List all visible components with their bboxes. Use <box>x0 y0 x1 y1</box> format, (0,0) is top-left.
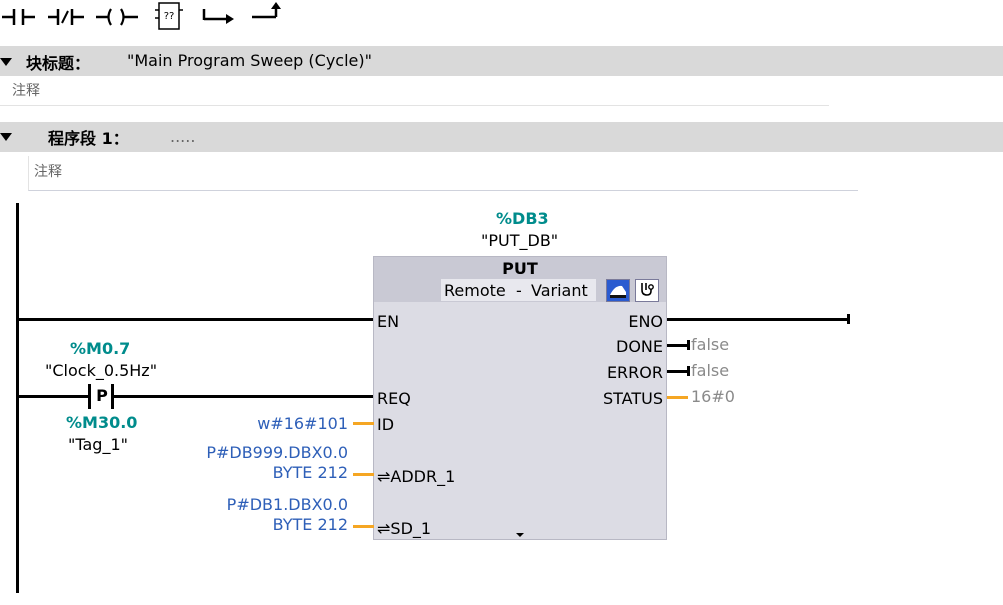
configuration-icon <box>607 280 629 301</box>
sd-1-value-line1[interactable]: P#DB1.DBX0.0 <box>150 495 348 514</box>
edge-memory-tag[interactable]: "Tag_1" <box>68 435 128 454</box>
close-branch-icon[interactable] <box>248 0 292 38</box>
contact-address[interactable]: %M0.7 <box>70 339 130 358</box>
id-value[interactable]: w#16#101 <box>200 414 348 433</box>
sd-1-value-line2[interactable]: BYTE 212 <box>150 515 348 534</box>
done-wire-end <box>687 340 690 350</box>
block-variant-name: Variant <box>531 281 588 300</box>
pin-req[interactable]: REQ <box>377 389 411 408</box>
coil-icon[interactable] <box>94 0 138 38</box>
id-wire <box>353 422 374 425</box>
no-contact-icon[interactable] <box>0 0 44 38</box>
status-value[interactable]: 16#0 <box>691 387 735 406</box>
contact-left-bar <box>88 384 91 409</box>
pin-status[interactable]: STATUS <box>560 389 663 408</box>
collapse-arrow-icon[interactable] <box>0 58 12 66</box>
put-block-name: PUT <box>502 259 538 278</box>
ladder-toolbar: ?? <box>0 0 1003 44</box>
network-collapse-arrow-icon[interactable] <box>0 133 12 141</box>
nc-contact-icon[interactable] <box>46 0 90 38</box>
pin-error[interactable]: ERROR <box>560 363 663 382</box>
configuration-button[interactable] <box>606 279 630 302</box>
addr-1-value-line1[interactable]: P#DB999.DBX0.0 <box>150 443 348 462</box>
pin-eno[interactable]: ENO <box>560 312 663 331</box>
done-value[interactable]: false <box>691 335 729 354</box>
req-wire-right <box>114 395 374 398</box>
block-comment-area[interactable] <box>0 78 829 106</box>
error-value[interactable]: false <box>691 361 729 380</box>
error-wire-end <box>687 366 690 376</box>
svg-text:??: ?? <box>164 11 175 22</box>
eno-wire-end <box>847 314 850 324</box>
block-title-text[interactable]: "Main Program Sweep (Cycle)" <box>127 51 372 70</box>
instance-db-address[interactable]: %DB3 <box>496 209 549 228</box>
done-wire <box>667 344 688 347</box>
network-title-bar[interactable] <box>0 122 1003 152</box>
contact-tag[interactable]: "Clock_0.5Hz" <box>45 361 157 380</box>
contact-symbol: P <box>96 386 108 405</box>
sd-1-wire <box>353 525 374 528</box>
network-comment-area[interactable] <box>28 156 858 191</box>
pin-addr-1[interactable]: ⇌ADDR_1 <box>377 467 455 486</box>
network-comment[interactable]: 注释 <box>34 161 62 181</box>
pin-en[interactable]: EN <box>377 312 399 331</box>
error-wire <box>667 370 688 373</box>
req-wire-left <box>18 395 90 398</box>
network-title-label: 程序段 1： <box>48 129 129 148</box>
addr-1-value-line2[interactable]: BYTE 212 <box>150 463 348 482</box>
edge-memory-address[interactable]: %M30.0 <box>66 413 137 432</box>
block-variant-remote: Remote <box>444 281 506 300</box>
en-wire <box>18 318 374 321</box>
pin-sd-1[interactable]: ⇌SD_1 <box>377 519 431 538</box>
diagnostics-button[interactable] <box>635 279 659 302</box>
block-comment[interactable]: 注释 <box>12 80 40 100</box>
status-wire <box>667 396 688 399</box>
pin-id[interactable]: ID <box>377 415 394 434</box>
addr-1-wire <box>353 473 374 476</box>
stethoscope-icon <box>641 283 654 296</box>
eno-wire <box>667 318 849 321</box>
instance-db-name[interactable]: "PUT_DB" <box>481 231 558 250</box>
block-variant-sep: - <box>516 281 522 300</box>
p-contact[interactable]: P <box>88 384 116 409</box>
power-rail <box>16 203 19 593</box>
network-title-text[interactable]: ..... <box>170 127 195 146</box>
expand-pins-icon[interactable] <box>516 533 524 537</box>
open-branch-icon[interactable] <box>198 0 242 38</box>
block-title-label: 块标题： <box>26 54 91 73</box>
pin-done[interactable]: DONE <box>560 337 663 356</box>
empty-box-icon[interactable]: ?? <box>146 0 190 38</box>
